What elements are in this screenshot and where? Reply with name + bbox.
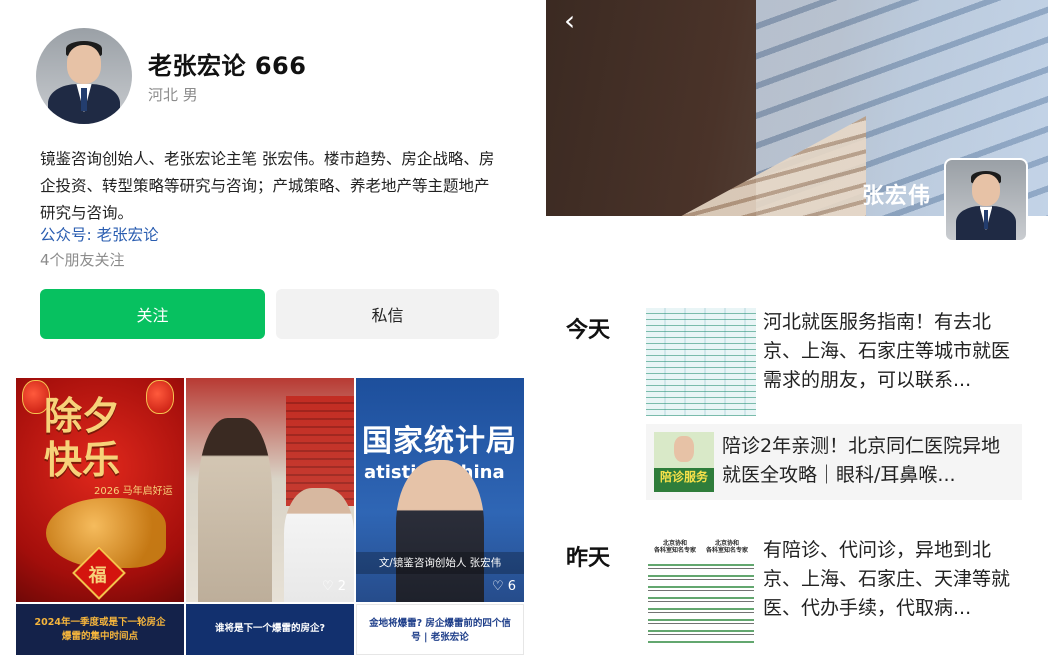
moments-avatar[interactable] <box>944 158 1028 242</box>
tile-title: 谁将是下一个爆雷的房企? <box>214 623 325 634</box>
speaker-image <box>396 460 484 602</box>
date-label-today: 今天 <box>566 318 611 343</box>
profile-location-gender: 河北 男 <box>148 86 198 104</box>
video-tile-statistics-bureau[interactable]: 国家统计局 atistic f China 文/镜鉴咨询创始人 张宏伟 ♡ 6 <box>356 378 524 602</box>
profile-bio: 镜鉴咨询创始人、老张宏论主笔 张宏伟。楼市趋势、房企战略、房企投资、转型策略等研… <box>40 150 495 222</box>
post-thumbnail[interactable] <box>646 308 756 416</box>
follow-button[interactable]: 关注 <box>40 289 265 339</box>
video-tile-bottom-1[interactable]: 2024年一季度或是下一轮房企 爆雷的集中时间点 <box>16 604 184 655</box>
thumbnail-badge: 陪诊服务 <box>659 470 708 484</box>
tile-title: 除夕 快乐 <box>44 393 121 482</box>
lantern-icon <box>146 380 174 414</box>
video-grid: 除夕 快乐 2026 马年启好运 福 ♡ 2 国家统计局 atistic f C… <box>16 378 524 655</box>
document-table-image <box>646 308 756 416</box>
profile-panel: 老张宏论 666 河北 男 镜鉴咨询创始人、老张宏论主笔 张宏伟。楼市趋势、房企… <box>0 0 540 655</box>
video-tile-sales-office[interactable]: ♡ 2 <box>186 378 354 602</box>
post-thumbnail[interactable]: 北京协和 各科室知名专家 北京协和 各科室知名专家 <box>646 536 756 646</box>
shared-link-card[interactable]: 陪诊服务 陪诊2年亲测！北京同仁医院异地就医全攻略｜眼科/耳鼻喉... <box>646 424 1022 500</box>
tile-title: 2024年一季度或是下一轮房企 爆雷的集中时间点 <box>34 617 166 642</box>
avatar-portrait <box>36 28 132 124</box>
post-text[interactable]: 有陪诊、代问诊，异地到北京、上海、石家庄、天津等就医、代办手续，代取病... <box>763 536 1013 623</box>
video-tile-bottom-2[interactable]: 谁将是下一个爆雷的房企? <box>186 604 354 655</box>
document-list-image <box>648 558 754 644</box>
thumbnail-heading: 北京协和 各科室知名专家 <box>653 540 696 554</box>
profile-avatar[interactable] <box>36 28 132 124</box>
post-text[interactable]: 河北就医服务指南！有去北京、上海、石家庄等城市就医需求的朋友，可以联系... <box>763 308 1013 395</box>
post-thumbnail: 陪诊服务 <box>654 432 714 492</box>
avatar-portrait <box>946 160 1026 240</box>
tile-title: 金地将爆雷? 房企爆雷前的四个信 号 | 老张宏论 <box>369 618 511 643</box>
thumbnail-heading: 北京协和 各科室知名专家 <box>705 540 748 554</box>
tile-sign-text: 国家统计局 <box>362 424 517 459</box>
person-image <box>198 418 272 602</box>
message-button[interactable]: 私信 <box>276 289 499 339</box>
back-icon[interactable]: ‹ <box>564 4 575 37</box>
profile-name: 老张宏论 666 <box>148 52 307 80</box>
cover-username: 张宏伟 <box>862 184 932 209</box>
like-count: ♡ 6 <box>491 579 516 594</box>
tile-caption: 文/镜鉴咨询创始人 张宏伟 <box>356 552 524 574</box>
tile-subtitle: 2026 马年启好运 <box>94 486 173 497</box>
like-count: ♡ 2 <box>321 579 346 594</box>
video-tile-bottom-3[interactable]: 金地将爆雷? 房企爆雷前的四个信 号 | 老张宏论 <box>356 604 524 655</box>
official-account-link[interactable]: 公众号: 老张宏论 <box>40 223 159 245</box>
person-image <box>674 436 694 462</box>
screen: 老张宏论 666 河北 男 镜鉴咨询创始人、老张宏论主笔 张宏伟。楼市趋势、房企… <box>0 0 1048 655</box>
moments-panel: ‹ 张宏伟 今天 河北就医服务指南！有去北京、上海、石家庄等城市就医需求的朋友，… <box>546 0 1048 655</box>
friends-following[interactable]: 4个朋友关注 <box>40 249 125 270</box>
date-label-yesterday: 昨天 <box>566 546 611 571</box>
post-text: 陪诊2年亲测！北京同仁医院异地就医全攻略｜眼科/耳鼻喉... <box>722 435 1001 486</box>
video-tile-new-year[interactable]: 除夕 快乐 2026 马年启好运 福 <box>16 378 184 602</box>
